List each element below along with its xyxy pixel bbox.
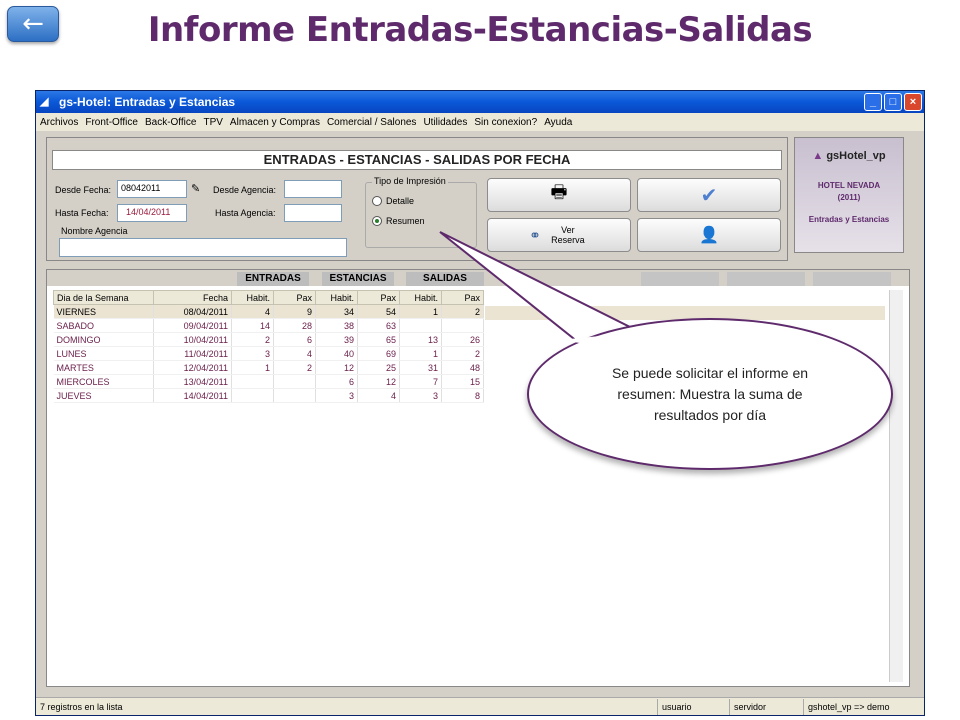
callout-bubble: Se puede solicitar el informe en resumen… xyxy=(527,318,893,470)
callout-text: Se puede solicitar el informe en resumen… xyxy=(611,364,809,423)
